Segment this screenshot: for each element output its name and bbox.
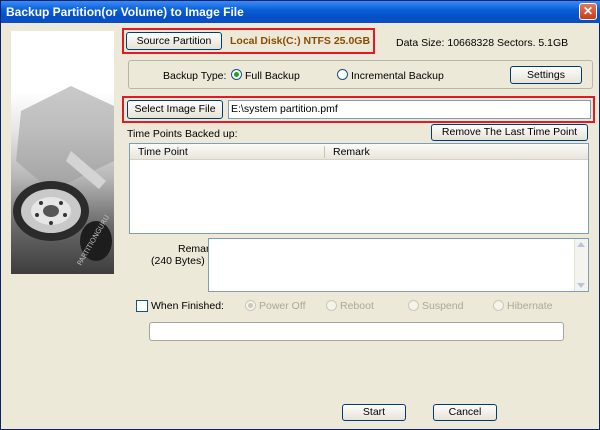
suspend-label[interactable]: Suspend: [422, 300, 463, 312]
image-file-path-input[interactable]: E:\system partition.pmf: [228, 100, 591, 119]
hard-disk-illustration: PARTITIONGURU: [11, 31, 114, 274]
progress-bar: [149, 322, 564, 341]
list-header: Time Point Remark: [130, 144, 588, 160]
time-points-list[interactable]: Time Point Remark: [129, 143, 589, 234]
power-off-radio[interactable]: [245, 300, 256, 311]
settings-button[interactable]: Settings: [510, 66, 582, 84]
power-off-label[interactable]: Power Off: [259, 300, 306, 312]
source-partition-button[interactable]: Source Partition: [126, 32, 222, 50]
time-points-label: Time Points Backed up:: [127, 128, 238, 140]
backup-type-label: Backup Type:: [163, 70, 227, 82]
when-finished-checkbox[interactable]: [136, 300, 148, 312]
backup-window: Backup Partition(or Volume) to Image Fil…: [0, 0, 600, 430]
full-backup-label[interactable]: Full Backup: [245, 70, 300, 82]
remark-size-label: (240 Bytes): [151, 255, 205, 267]
reboot-label[interactable]: Reboot: [340, 300, 374, 312]
source-partition-value: Local Disk(C:) NTFS 25.0GB: [230, 35, 371, 47]
suspend-radio[interactable]: [408, 300, 419, 311]
start-button[interactable]: Start: [342, 404, 406, 421]
incremental-backup-radio[interactable]: [337, 69, 348, 80]
scroll-up-icon[interactable]: [577, 242, 585, 247]
remark-scrollbar[interactable]: [574, 239, 588, 291]
close-icon[interactable]: ✕: [579, 3, 597, 20]
full-backup-radio[interactable]: [231, 69, 242, 80]
incremental-backup-label[interactable]: Incremental Backup: [351, 70, 444, 82]
select-image-file-button[interactable]: Select Image File: [127, 100, 223, 119]
hibernate-radio[interactable]: [493, 300, 504, 311]
scroll-down-icon[interactable]: [577, 283, 585, 288]
column-remark[interactable]: Remark: [333, 146, 370, 158]
when-finished-label[interactable]: When Finished:: [151, 300, 224, 312]
remove-last-time-point-button[interactable]: Remove The Last Time Point: [431, 124, 588, 141]
cancel-button[interactable]: Cancel: [433, 404, 497, 421]
data-size-label: Data Size: 10668328 Sectors. 5.1GB: [396, 37, 569, 49]
hibernate-label[interactable]: Hibernate: [507, 300, 553, 312]
remark-textarea[interactable]: [208, 238, 589, 292]
column-divider[interactable]: [324, 146, 325, 158]
column-time-point[interactable]: Time Point: [138, 146, 188, 158]
title-bar: Backup Partition(or Volume) to Image Fil…: [1, 1, 600, 23]
window-title: Backup Partition(or Volume) to Image Fil…: [6, 5, 244, 19]
image-file-path-text: E:\system partition.pmf: [231, 103, 338, 115]
reboot-radio[interactable]: [326, 300, 337, 311]
